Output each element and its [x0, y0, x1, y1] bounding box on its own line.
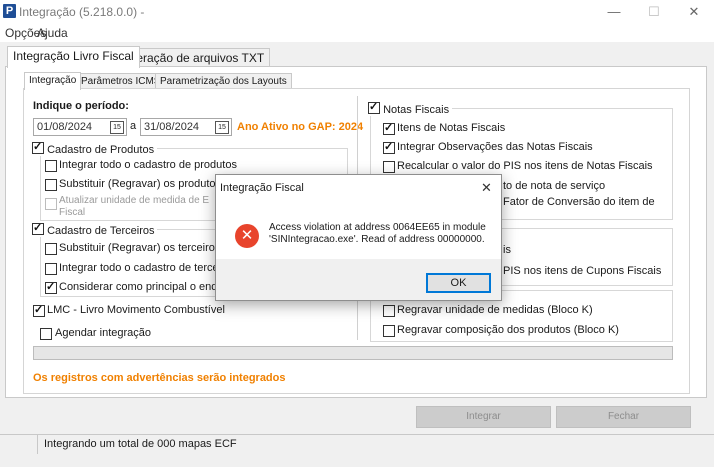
date-separator: a [130, 120, 137, 132]
fechar-button[interactable]: Fechar [556, 406, 691, 428]
considerar-principal-label: Considerar como principal o ende [59, 281, 224, 293]
regravar-unidade-label: Regravar unidade de medidas (Bloco K) [397, 304, 593, 316]
produtos-header: Cadastro de Produtos [32, 140, 158, 156]
end-date-input[interactable]: 31/08/2024 15 [140, 118, 232, 136]
substituir-terceiros-label: Substituir (Regravar) os terceiros [59, 242, 221, 254]
agendar-checkbox[interactable] [40, 328, 52, 340]
application-window: P Integração (5.218.0.0) - — ☐ ✕ Opções … [0, 0, 714, 467]
calendar-icon[interactable]: 15 [110, 121, 124, 134]
error-message-line2: 'SINIntegracao.exe'. Read of address 000… [269, 234, 485, 245]
status-bar: Integrando um total de 000 mapas ECF [0, 434, 714, 454]
terceiros-checkbox[interactable] [32, 221, 44, 235]
notas-header: Notas Fiscais [368, 100, 453, 116]
dialog-close-button[interactable]: ✕ [481, 180, 492, 196]
title-bar: P Integração (5.218.0.0) - — ☐ ✕ [0, 0, 714, 24]
warning-text: Os registros com advertências serão inte… [33, 372, 286, 384]
produtos-label: Cadastro de Produtos [47, 144, 155, 156]
integrar-produtos-checkbox[interactable] [45, 160, 57, 172]
atualizar-unidade-label-2: Fiscal [59, 207, 86, 218]
substituir-produtos-label: Substituir (Regravar) os produtos [59, 178, 222, 190]
ok-button[interactable]: OK [426, 273, 491, 293]
regravar-unidade-checkbox[interactable] [383, 305, 395, 317]
menu-bar: Opções Ajuda [0, 24, 714, 42]
dialog-title-bar: Integração Fiscal ✕ [216, 175, 501, 201]
recalcular-pis-cupons-label: PIS nos itens de Cupons Fiscais [503, 265, 662, 277]
produtos-checkbox[interactable] [32, 140, 44, 154]
lmc-label: LMC - Livro Movimento Combustível [47, 304, 225, 316]
agendar-label: Agendar integração [55, 327, 152, 339]
recalcular-pis-notas-checkbox[interactable] [383, 161, 395, 173]
substituir-terceiros-checkbox[interactable] [45, 243, 57, 255]
tab-integracao[interactable]: Integração [24, 72, 82, 90]
integrar-terceiros-checkbox[interactable] [45, 263, 57, 275]
substituir-produtos-checkbox[interactable] [45, 179, 57, 191]
start-date-input[interactable]: 01/08/2024 15 [33, 118, 127, 136]
integrar-terceiros-label: Integrar todo o cadastro de terceir [59, 262, 225, 274]
regravar-composicao-label: Regravar composição dos produtos (Bloco … [397, 324, 619, 336]
status-text: Integrando um total de 000 mapas ECF [44, 438, 237, 450]
atualizar-unidade-checkbox[interactable] [45, 198, 57, 210]
atualizar-unidade-label: Atualizar unidade de medida de E [59, 195, 210, 206]
recalcular-pis-notas-label: Recalcular o valor do PIS nos itens de N… [397, 160, 653, 172]
active-year-note: Ano Ativo no GAP: 2024 [237, 121, 364, 133]
window-title: Integração (5.218.0.0) - [19, 5, 145, 19]
period-label: Indique o período: [33, 100, 129, 112]
integrar-produtos-label: Integrar todo o cadastro de produtos [59, 159, 237, 171]
status-divider [37, 435, 38, 454]
dialog-title: Integração Fiscal [220, 182, 304, 194]
start-date-value: 01/08/2024 [37, 121, 93, 133]
calendar-icon[interactable]: 15 [215, 121, 229, 134]
terceiros-label: Cadastro de Terceiros [47, 225, 155, 237]
cupons-partial-label: is [503, 244, 511, 256]
app-logo-icon: P [3, 4, 16, 18]
minimize-button[interactable]: — [594, 0, 634, 24]
maximize-button[interactable]: ☐ [634, 0, 674, 24]
integrar-button[interactable]: Integrar [416, 406, 551, 428]
lmc-checkbox[interactable] [33, 303, 45, 317]
end-date-value: 31/08/2024 [144, 121, 200, 133]
itens-notas-checkbox[interactable] [383, 121, 395, 135]
nota-servico-label: to de nota de serviço [503, 180, 606, 192]
error-icon: ✕ [235, 224, 259, 248]
close-button[interactable]: ✕ [674, 0, 714, 24]
fator-conversao-label: Fator de Conversão do item de [503, 196, 655, 208]
observacoes-notas-label: Integrar Observações das Notas Fiscais [397, 141, 593, 153]
error-message-line1: Access violation at address 0064EE65 in … [269, 222, 486, 233]
observacoes-notas-checkbox[interactable] [383, 140, 395, 154]
regravar-composicao-checkbox[interactable] [383, 325, 395, 337]
error-dialog: Integração Fiscal ✕ ✕ Access violation a… [215, 174, 502, 301]
notas-checkbox[interactable] [368, 100, 380, 114]
considerar-principal-checkbox[interactable] [45, 280, 57, 294]
dialog-body: ✕ Access violation at address 0064EE65 i… [216, 201, 501, 259]
menu-ajuda[interactable]: Ajuda [37, 26, 68, 40]
notas-label: Notas Fiscais [383, 104, 450, 116]
itens-notas-label: Itens de Notas Fiscais [397, 122, 506, 134]
tab-integracao-livro-fiscal[interactable]: Integração Livro Fiscal [7, 46, 140, 68]
tab-geracao-arquivos-txt[interactable]: Geração de arquivos TXT [121, 48, 271, 67]
terceiros-header: Cadastro de Terceiros [32, 221, 158, 237]
progress-bar [33, 346, 673, 360]
